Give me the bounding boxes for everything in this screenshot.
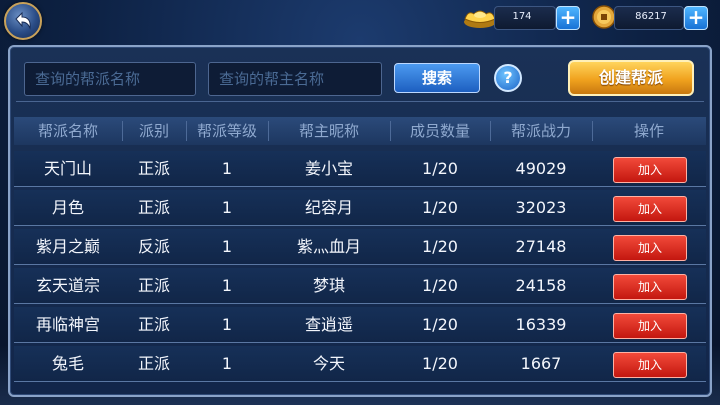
ingot-value: 174 [512,11,532,22]
faction-cell: 正派 [137,276,170,295]
members-cell: 1/20 [422,315,458,334]
members-cell: 1/20 [422,198,458,217]
leader-cell: 紫灬血月 [296,237,361,256]
table-header: 帮派名称 派别 帮派等级 帮主昵称 成员数量 帮派战力 操作 [14,117,706,145]
gold-ingot-icon [464,10,496,28]
leader-cell: 查逍遥 [304,315,353,334]
power-cell: 32023 [515,198,567,217]
level-cell: 1 [221,198,233,217]
header-leader: 帮主昵称 [298,122,359,140]
table-row: 天门山 正派 1 姜小宝 1/20 49029 加入 [14,151,706,187]
faction-cell: 正派 [137,159,170,178]
table-row: 玄天道宗 正派 1 梦琪 1/20 24158 加入 [14,268,706,304]
level-cell: 1 [221,159,233,178]
join-button[interactable]: 加入 [613,313,687,339]
guild-name-cell: 紫月之巅 [35,237,100,256]
join-button[interactable]: 加入 [613,157,687,183]
table-row: 月色 正派 1 纪容月 1/20 32023 加入 [14,190,706,226]
header-action: 操作 [633,122,664,140]
faction-cell: 正派 [137,315,170,334]
leader-cell: 姜小宝 [304,159,353,178]
level-cell: 1 [221,315,233,334]
header-faction: 派别 [138,122,169,140]
coin-counter: 86217 [614,6,684,30]
search-button[interactable]: 搜索 [394,63,480,93]
guild-name-cell: 月色 [51,198,84,217]
guild-name-cell: 兔毛 [51,354,84,373]
plus-icon: + [687,5,705,29]
guild-name-cell: 玄天道宗 [35,276,100,295]
faction-cell: 正派 [137,354,170,373]
header-members: 成员数量 [409,122,470,140]
header-power: 帮派战力 [510,122,571,140]
leader-name-search-input[interactable]: 查询的帮主名称 [208,62,382,96]
table-row: 兔毛 正派 1 今天 1/20 1667 加入 [14,346,706,382]
add-coin-button[interactable]: + [684,6,708,30]
header-guild-name: 帮派名称 [37,122,98,140]
plus-icon: + [559,5,577,29]
power-cell: 24158 [515,276,567,295]
back-arrow-icon [15,11,31,30]
join-button[interactable]: 加入 [613,235,687,261]
copper-coin-icon [592,5,616,29]
power-cell: 49029 [515,159,567,178]
back-button[interactable] [4,2,42,40]
members-cell: 1/20 [422,354,458,373]
level-cell: 1 [221,237,233,256]
faction-cell: 正派 [137,198,170,217]
power-cell: 16339 [515,315,567,334]
leader-cell: 梦琪 [312,276,345,295]
table-row: 再临神宫 正派 1 查逍遥 1/20 16339 加入 [14,307,706,343]
faction-cell: 反派 [137,237,170,256]
leader-cell: 今天 [312,354,345,373]
guild-name-cell: 天门山 [43,159,92,178]
coin-value: 86217 [635,11,667,22]
leader-cell: 纪容月 [304,198,353,217]
members-cell: 1/20 [422,276,458,295]
members-cell: 1/20 [422,159,458,178]
members-cell: 1/20 [422,237,458,256]
power-cell: 27148 [515,237,567,256]
guild-name-search-input[interactable]: 查询的帮派名称 [24,62,196,96]
level-cell: 1 [221,354,233,373]
help-icon[interactable]: ? [494,64,522,92]
level-cell: 1 [221,276,233,295]
power-cell: 1667 [520,354,562,373]
table-row: 紫月之巅 反派 1 紫灬血月 1/20 27148 加入 [14,229,706,265]
guild-name-cell: 再临神宫 [35,315,100,334]
join-button[interactable]: 加入 [613,352,687,378]
add-ingot-button[interactable]: + [556,6,580,30]
join-button[interactable]: 加入 [613,274,687,300]
join-button[interactable]: 加入 [613,196,687,222]
header-level: 帮派等级 [196,122,257,140]
ingot-counter: 174 [494,6,556,30]
create-guild-button[interactable]: 创建帮派 [568,60,694,96]
